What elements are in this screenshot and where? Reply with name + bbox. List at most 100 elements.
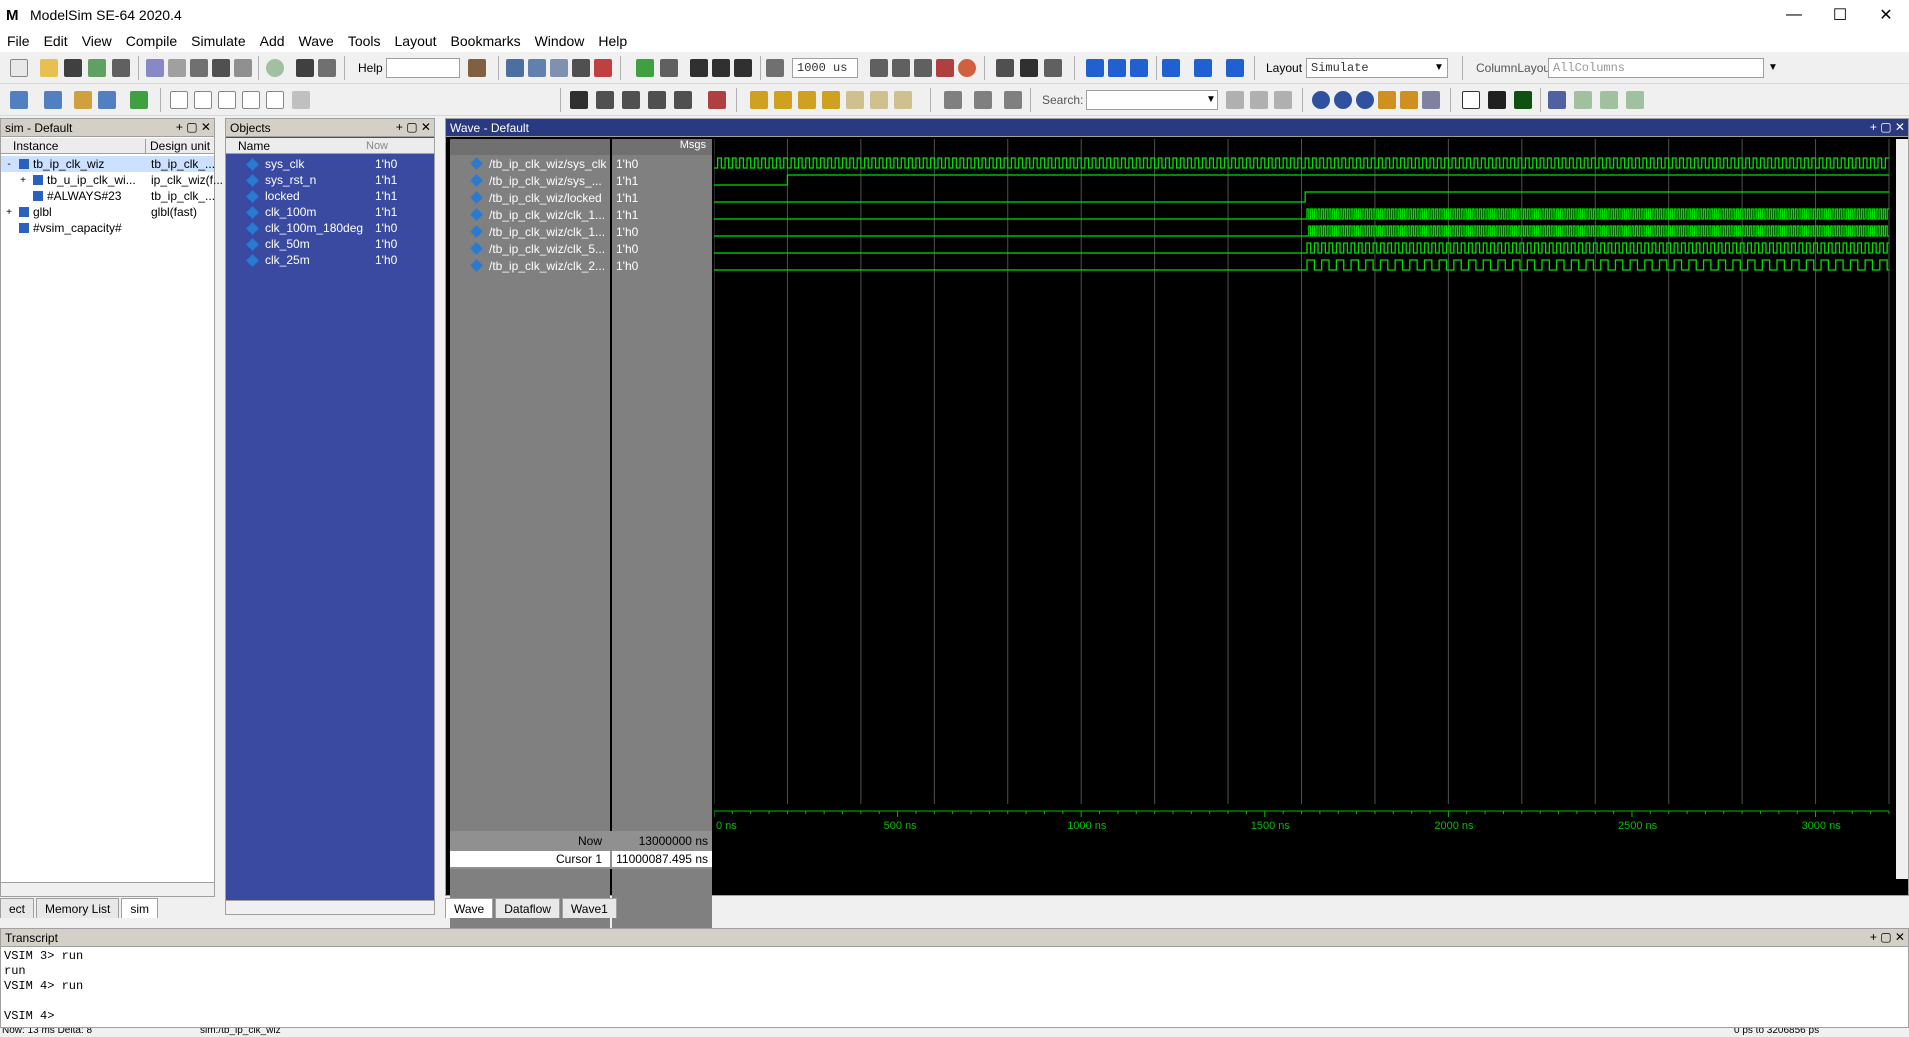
stop-icon[interactable] <box>594 59 612 77</box>
search-next-icon[interactable] <box>1250 91 1268 109</box>
expand-icon[interactable] <box>944 91 962 109</box>
wave-signal-row[interactable]: /tb_ip_clk_wiz/sys_... <box>450 172 610 189</box>
wave-view-2-icon[interactable] <box>1488 91 1506 109</box>
menu-compile[interactable]: Compile <box>119 33 184 49</box>
wave-compare-icon[interactable] <box>1548 91 1566 109</box>
add-list-icon[interactable] <box>44 91 62 109</box>
wave-edge-rise-icon[interactable] <box>1574 91 1592 109</box>
wave-signal-row[interactable]: /tb_ip_clk_wiz/locked <box>450 189 610 206</box>
sim-instance-row[interactable]: - tb_ip_clk_wiz tb_ip_clk_... <box>1 156 215 172</box>
menu-simulate[interactable]: Simulate <box>184 33 252 49</box>
find-icon[interactable] <box>296 59 314 77</box>
compile-icon[interactable] <box>266 59 284 77</box>
step-over-icon[interactable] <box>660 59 678 77</box>
waveform-canvas[interactable]: 0 ns 500 ns 1000 ns 1500 ns 2000 ns 2500 ns 30… <box>714 139 1894 899</box>
new-file-icon[interactable] <box>10 59 28 77</box>
run-icon[interactable] <box>870 59 888 77</box>
next-transition-icon[interactable] <box>870 91 888 109</box>
wave-format-3-icon[interactable] <box>218 91 236 109</box>
step-icon[interactable] <box>636 59 654 77</box>
zoom-range-icon[interactable] <box>1400 91 1418 109</box>
design-unit-column-header[interactable]: Design unit <box>146 139 210 153</box>
add-dataflow-icon[interactable] <box>74 91 92 109</box>
step-into-blue-icon[interactable] <box>1162 59 1180 77</box>
wave-format-1-icon[interactable] <box>170 91 188 109</box>
pane-close-icon[interactable]: + ▢ ✕ <box>1870 930 1905 944</box>
object-row[interactable]: sys_rst_n 1'h1 <box>226 172 434 188</box>
break-icon[interactable] <box>528 59 546 77</box>
pane-close-icon[interactable]: + ▢ ✕ <box>396 120 431 134</box>
wave-signal-row[interactable]: /tb_ip_clk_wiz/clk_1... <box>450 206 610 223</box>
prev-transition-icon[interactable] <box>846 91 864 109</box>
wave-format-4-icon[interactable] <box>242 91 260 109</box>
add-wave-icon[interactable] <box>10 91 28 109</box>
tree-expander-icon[interactable]: + <box>17 175 29 186</box>
search-options-icon[interactable] <box>1274 91 1292 109</box>
wave-signal-row[interactable]: /tb_ip_clk_wiz/clk_1... <box>450 223 610 240</box>
restart-icon[interactable] <box>550 59 568 77</box>
object-row[interactable]: sys_clk 1'h0 <box>226 156 434 172</box>
zoom-mode-icon[interactable] <box>596 91 614 109</box>
run-length-input[interactable]: 1000 us <box>792 58 858 78</box>
run-all-icon[interactable] <box>914 59 932 77</box>
object-row[interactable]: clk_100m 1'h1 <box>226 204 434 220</box>
select-pointer-icon[interactable] <box>570 91 588 109</box>
instance-column-header[interactable]: Instance <box>1 138 146 153</box>
now-column-header[interactable]: Now <box>366 140 388 152</box>
insert-cursor-icon[interactable] <box>648 91 666 109</box>
zoom-full-icon[interactable] <box>1356 91 1374 109</box>
print-icon[interactable] <box>112 59 130 77</box>
menu-view[interactable]: View <box>75 33 119 49</box>
wave-format-clear-icon[interactable] <box>292 91 310 109</box>
tab-wave1[interactable]: Wave1 <box>561 898 617 918</box>
layout-select[interactable]: Simulate <box>1306 58 1448 78</box>
restart-sim-icon[interactable] <box>766 59 784 77</box>
close-button[interactable]: ✕ <box>1863 0 1909 30</box>
step-return-icon[interactable] <box>1226 59 1244 77</box>
tree-expander-icon[interactable]: + <box>3 207 15 218</box>
step-up-icon[interactable] <box>1130 59 1148 77</box>
layout-chevron-down-icon[interactable]: ▼ <box>1434 62 1444 73</box>
sim-horizontal-scrollbar[interactable] <box>1 882 214 896</box>
menu-layout[interactable]: Layout <box>388 33 444 49</box>
tab-sim[interactable]: sim <box>121 898 159 918</box>
wave-signal-row[interactable]: /tb_ip_clk_wiz/clk_2... <box>450 257 610 274</box>
left-arrow-icon[interactable] <box>712 59 730 77</box>
column-layout-chevron-down-icon[interactable]: ▼ <box>1768 62 1778 73</box>
search-prev-icon[interactable] <box>1226 91 1244 109</box>
collapse-icon[interactable] <box>974 91 992 109</box>
help-search-input[interactable] <box>386 58 460 78</box>
redo-icon[interactable] <box>234 59 252 77</box>
sim-instance-row[interactable]: #ALWAYS#23 tb_ip_clk_... <box>1 188 215 204</box>
wave-vertical-scrollbar[interactable] <box>1896 139 1908 879</box>
menu-help[interactable]: Help <box>591 33 634 49</box>
edit-mode-icon[interactable] <box>622 91 640 109</box>
cursor-value[interactable]: 11000087.495 ns <box>612 851 712 867</box>
wave-signal-row[interactable]: /tb_ip_clk_wiz/sys_clk <box>450 155 610 172</box>
reload-icon[interactable] <box>88 59 106 77</box>
menu-file[interactable]: File <box>0 33 37 49</box>
menu-add[interactable]: Add <box>253 33 292 49</box>
wave-edge-fall-icon[interactable] <box>1600 91 1618 109</box>
run-continue-icon[interactable] <box>892 59 910 77</box>
add-memory-icon[interactable] <box>98 91 116 109</box>
menu-bookmarks[interactable]: Bookmarks <box>444 33 528 49</box>
name-column-header[interactable]: Name <box>226 139 366 153</box>
find-edge-up-icon[interactable] <box>750 91 768 109</box>
tab-wave[interactable]: Wave <box>445 898 494 918</box>
copy-icon[interactable] <box>168 59 186 77</box>
wave-view-1-icon[interactable] <box>1462 91 1480 109</box>
step-out-icon[interactable] <box>1020 59 1038 77</box>
pane-close-icon[interactable]: + ▢ ✕ <box>1870 120 1905 134</box>
object-row[interactable]: clk_25m 1'h0 <box>226 252 434 268</box>
cursor-label[interactable]: Cursor 1 <box>450 851 610 867</box>
pane-close-icon[interactable]: + ▢ ✕ <box>176 120 211 134</box>
wave-signal-row[interactable]: /tb_ip_clk_wiz/clk_5... <box>450 240 610 257</box>
search-chevron-down-icon[interactable]: ▼ <box>1206 94 1216 105</box>
tab-project[interactable]: ect <box>0 898 35 918</box>
zoom-out-icon[interactable] <box>1334 91 1352 109</box>
transcript-pane[interactable]: Transcript + ▢ ✕ VSIM 3> run run VSIM 4>… <box>0 928 1909 1028</box>
first-transition-icon[interactable] <box>894 91 912 109</box>
cut-icon[interactable] <box>146 59 164 77</box>
hand-icon[interactable] <box>1044 59 1062 77</box>
